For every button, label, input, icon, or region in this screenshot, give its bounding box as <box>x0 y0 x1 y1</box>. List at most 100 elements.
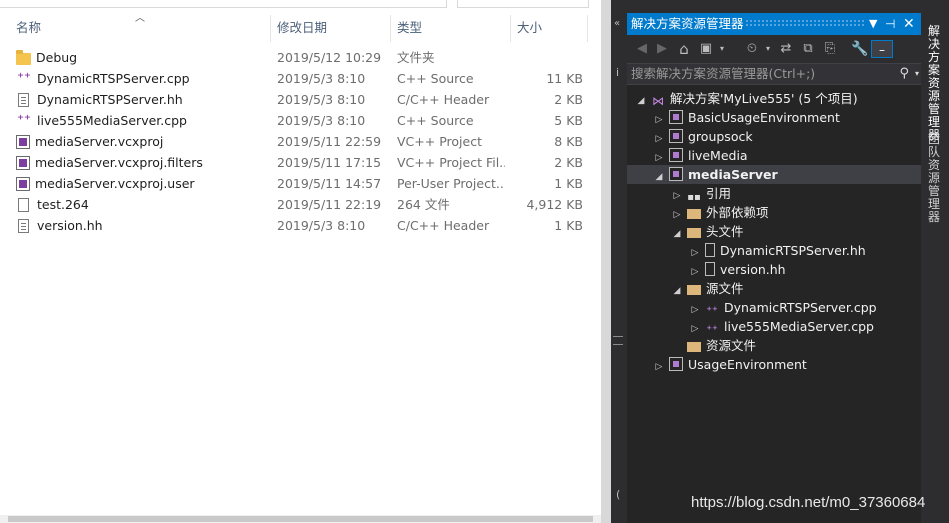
collapse-icon[interactable]: « <box>614 18 620 29</box>
header-file-icon <box>705 262 715 276</box>
file-name: mediaServer.vcxproj.filters <box>35 155 203 170</box>
file-name: DynamicRTSPServer.hh <box>37 92 183 107</box>
file-name-cell[interactable]: ⁺⁺ live555MediaServer.cpp <box>16 110 187 131</box>
file-row[interactable]: ⁺⁺ DynamicRTSPServer.cpp 2019/5/3 8:10 C++ … <box>0 68 601 89</box>
tree-node[interactable]: ◢ 头文件 <box>671 222 744 241</box>
tree-node-label: live555MediaServer.cpp <box>724 319 874 334</box>
search-options-icon[interactable]: ▾ <box>915 64 919 84</box>
file-name-cell[interactable]: mediaServer.vcxproj.user <box>16 173 195 194</box>
file-explorer-panel: ︿ 名称 修改日期 类型 大小 Debug 2019/5/12 10:29 文件夹 ⁺… <box>0 0 601 523</box>
expanded-arrow-icon[interactable]: ◢ <box>635 92 647 111</box>
file-date: 2019/5/3 8:10 <box>277 218 366 233</box>
file-date: 2019/5/11 17:15 <box>277 155 382 170</box>
scrollbar-thumb[interactable] <box>8 516 593 522</box>
margin-marker <box>613 336 623 337</box>
window-menu-icon[interactable]: ▼ <box>869 13 877 35</box>
pin-icon[interactable]: ⊣ <box>885 13 895 35</box>
solution-search-box[interactable]: 搜索解决方案资源管理器(Ctrl+;) ⚲ ▾ <box>627 63 921 85</box>
collapse-all-icon[interactable]: ⧉ <box>799 40 817 58</box>
file-row[interactable]: Debug 2019/5/12 10:29 文件夹 <box>0 47 601 68</box>
file-name-cell[interactable]: Debug <box>16 47 77 68</box>
tree-node[interactable]: ▷ 外部依赖项 <box>671 203 769 222</box>
tree-node[interactable]: ◢ 源文件 <box>671 279 744 298</box>
file-row[interactable]: ⁺⁺ live555MediaServer.cpp 2019/5/3 8:10 C++… <box>0 110 601 131</box>
file-name: live555MediaServer.cpp <box>37 113 187 128</box>
tree-node[interactable]: ▷ ▪▪ 引用 <box>671 184 731 203</box>
solution-explorer-titlebar[interactable]: 解决方案资源管理器 ▼ ⊣ ✕ <box>627 13 921 35</box>
chevron-down-icon[interactable]: ▾ <box>759 40 777 58</box>
file-type: C++ Source <box>397 71 474 86</box>
show-all-files-icon[interactable]: ⎘ <box>821 40 839 58</box>
tree-node[interactable]: ▷ ⁺⁺ DynamicRTSPServer.cpp <box>689 298 877 317</box>
file-name-cell[interactable]: ⁺⁺ DynamicRTSPServer.cpp <box>16 68 189 89</box>
tree-node[interactable]: ▷ groupsock <box>653 127 753 146</box>
file-row[interactable]: DynamicRTSPServer.hh 2019/5/3 8:10 C/C++ H… <box>0 89 601 110</box>
file-name-cell[interactable]: test.264 <box>16 194 89 215</box>
file-name-cell[interactable]: mediaServer.vcxproj.filters <box>16 152 203 173</box>
tree-node-label: 外部依赖项 <box>706 205 769 220</box>
column-header-type[interactable]: 类型 <box>397 15 422 40</box>
project-icon <box>669 129 683 143</box>
side-tab-solution-explorer[interactable]: 解决方案资源管理器 <box>927 25 941 142</box>
search-icon[interactable]: ⚲ <box>899 64 909 84</box>
vs-editor-margin: « i ( <box>611 0 627 523</box>
preview-selected-items-icon[interactable]: – <box>871 40 893 58</box>
back-icon[interactable]: ◀ <box>633 40 651 58</box>
tree-node[interactable]: ▷ DynamicRTSPServer.hh <box>689 241 866 260</box>
tree-node[interactable]: 资源文件 <box>671 336 756 355</box>
tree-node[interactable]: ▷ UsageEnvironment <box>653 355 807 374</box>
file-row[interactable]: version.hh 2019/5/3 8:10 C/C++ Header 1 KB <box>0 215 601 236</box>
file-size: 1 KB <box>554 176 583 191</box>
column-divider[interactable] <box>510 15 511 42</box>
home-icon[interactable]: ⌂ <box>675 40 693 58</box>
filter-folder-icon <box>687 342 701 352</box>
file-name: mediaServer.vcxproj.user <box>35 176 195 191</box>
solution-explorer-title: 解决方案资源管理器 <box>631 16 744 31</box>
tree-node[interactable]: ▷ liveMedia <box>653 146 748 165</box>
filter-folder-icon <box>687 228 701 238</box>
address-bar-edge[interactable] <box>0 0 447 8</box>
column-divider[interactable] <box>390 15 391 42</box>
collapsed-arrow-icon[interactable]: ▷ <box>653 358 665 377</box>
drag-grip[interactable] <box>745 19 865 28</box>
file-name-cell[interactable]: DynamicRTSPServer.hh <box>16 89 183 110</box>
tree-node[interactable]: ▷ ⁺⁺ live555MediaServer.cpp <box>689 317 874 336</box>
column-header-date[interactable]: 修改日期 <box>277 15 327 40</box>
tree-node[interactable]: ◢ ⋈ 解决方案'MyLive555' (5 个项目) <box>635 89 858 108</box>
solution-icon: ⋈ <box>652 94 664 108</box>
file-name: mediaServer.vcxproj <box>35 134 164 149</box>
file-date: 2019/5/12 10:29 <box>277 50 382 65</box>
forward-icon[interactable]: ▶ <box>653 40 671 58</box>
file-row[interactable]: mediaServer.vcxproj 2019/5/11 22:59 VC++ P… <box>0 131 601 152</box>
solution-explorer-toolbar: ◀ ▶ ⌂ ▣ ▾ ⏲ ▾ ⇄ ⧉ ⎘ 🔧 – <box>627 35 921 63</box>
tree-node[interactable]: ▷ BasicUsageEnvironment <box>653 108 840 127</box>
file-row[interactable]: mediaServer.vcxproj.filters 2019/5/11 17:… <box>0 152 601 173</box>
expanded-arrow-icon[interactable]: ◢ <box>671 225 683 244</box>
column-header-name[interactable]: 名称 <box>16 15 41 40</box>
expanded-arrow-icon[interactable]: ◢ <box>653 168 665 187</box>
side-tab-team-explorer[interactable]: 团队资源管理器 <box>927 133 941 224</box>
header-file-icon <box>705 243 715 257</box>
chevron-down-icon[interactable]: ▾ <box>713 40 731 58</box>
search-box-edge[interactable] <box>457 0 589 8</box>
file-row[interactable]: test.264 2019/5/11 22:19 264 文件 4,912 KB <box>0 194 601 215</box>
user-file-icon <box>16 176 30 191</box>
column-divider[interactable] <box>587 15 588 42</box>
horizontal-scrollbar[interactable] <box>0 515 601 523</box>
file-type: C/C++ Header <box>397 92 490 107</box>
sync-icon[interactable]: ⇄ <box>777 40 795 58</box>
column-header-size[interactable]: 大小 <box>517 15 542 40</box>
file-name-cell[interactable]: mediaServer.vcxproj <box>16 131 163 152</box>
column-divider[interactable] <box>270 15 271 42</box>
file-size: 11 KB <box>546 71 583 86</box>
search-input[interactable]: 搜索解决方案资源管理器(Ctrl+;) <box>631 64 815 84</box>
tree-node[interactable]: ▷ version.hh <box>689 260 786 279</box>
tree-node[interactable]: ◢ mediaServer <box>653 165 778 184</box>
file-row[interactable]: mediaServer.vcxproj.user 2019/5/11 14:57 P… <box>0 173 601 194</box>
file-size: 4,912 KB <box>526 197 583 212</box>
expanded-arrow-icon[interactable]: ◢ <box>671 282 683 301</box>
tree-node-label: mediaServer <box>688 167 778 182</box>
properties-wrench-icon[interactable]: 🔧 <box>851 40 869 58</box>
file-name-cell[interactable]: version.hh <box>16 215 103 236</box>
close-icon[interactable]: ✕ <box>903 13 915 35</box>
